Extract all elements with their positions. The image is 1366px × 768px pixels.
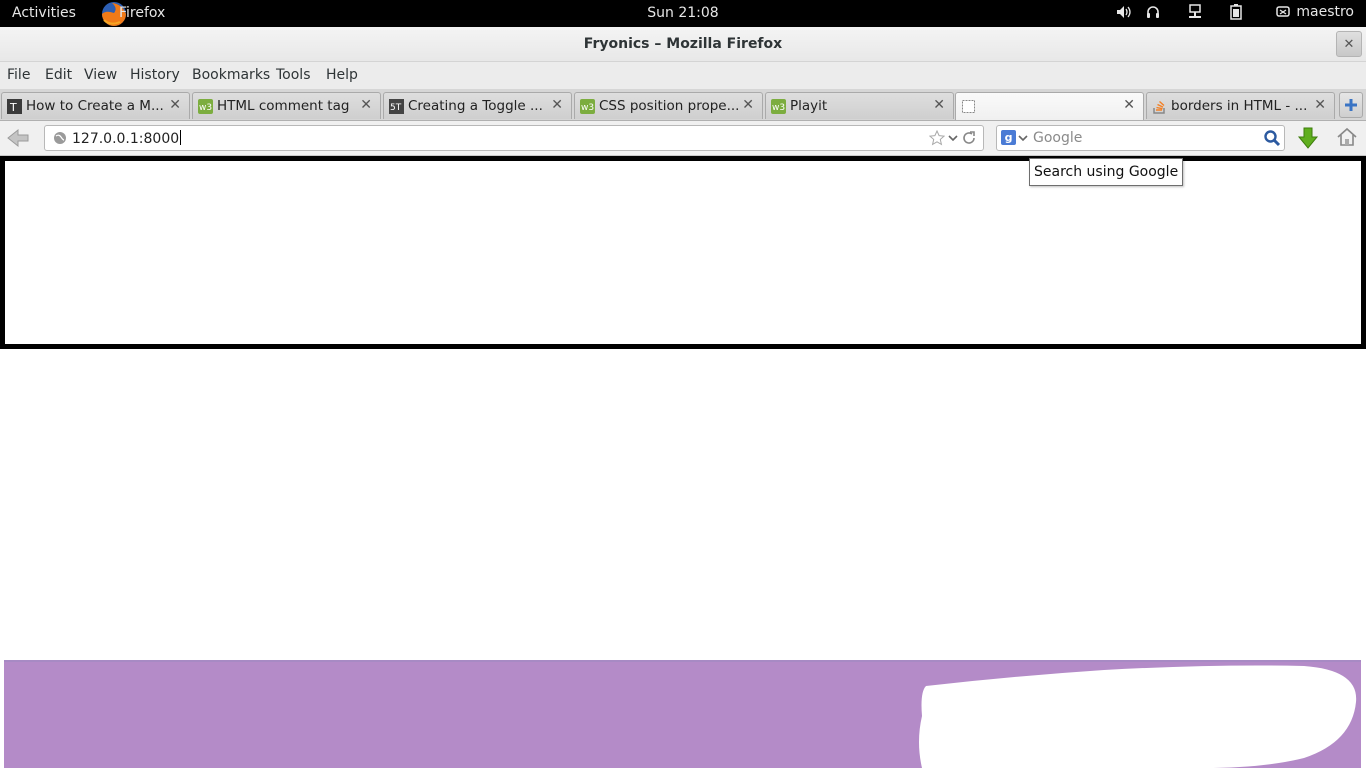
svg-text:w3: w3 <box>581 103 594 113</box>
tab-close-icon[interactable]: ✕ <box>360 97 372 113</box>
reload-icon[interactable] <box>960 129 978 147</box>
search-bar[interactable]: g <box>996 125 1285 151</box>
menu-history[interactable]: History <box>130 67 180 83</box>
globe-icon <box>54 132 66 144</box>
tab-label: Playit <box>790 98 828 114</box>
search-tooltip: Search using Google <box>1029 158 1184 186</box>
tab-label: How to Create a M... <box>26 98 164 114</box>
bookmark-star-icon[interactable] <box>929 130 945 146</box>
home-icon[interactable] <box>1336 127 1358 147</box>
page-content <box>0 156 1366 768</box>
tab-label: borders in HTML - ... <box>1171 98 1308 114</box>
tab-close-icon[interactable]: ✕ <box>742 97 754 113</box>
navigation-toolbar: 127.0.0.1:8000 g <box>0 121 1366 156</box>
purple-footer <box>4 660 1361 768</box>
tab-close-icon[interactable]: ✕ <box>933 97 945 113</box>
svg-text:5T: 5T <box>390 103 402 113</box>
tab-close-icon[interactable]: ✕ <box>1314 97 1326 113</box>
blank-page-icon <box>962 100 975 113</box>
menu-bar: File Edit View History Bookmarks Tools H… <box>0 62 1366 89</box>
tab-close-icon[interactable]: ✕ <box>169 97 181 113</box>
tab-borders[interactable]: borders in HTML - ... ✕ <box>1146 92 1335 119</box>
battery-icon[interactable] <box>1230 4 1243 20</box>
svg-text:w3: w3 <box>772 103 785 113</box>
plus-icon <box>1345 99 1357 111</box>
tab-close-icon[interactable]: ✕ <box>1123 97 1135 113</box>
new-tab-button[interactable] <box>1339 92 1363 118</box>
search-input[interactable] <box>1033 128 1258 148</box>
tab-html-comment[interactable]: w3 HTML comment tag ✕ <box>192 92 381 119</box>
chevron-down-icon[interactable] <box>948 131 958 145</box>
window-title: Fryonics – Mozilla Firefox <box>583 36 783 52</box>
w3schools-icon: w3 <box>771 99 786 114</box>
tab-strip: T How to Create a M... ✕ w3 HTML comment… <box>0 89 1366 121</box>
site-51-icon: 5T <box>389 99 404 114</box>
url-bar[interactable]: 127.0.0.1:8000 <box>44 125 984 151</box>
tab-label: Creating a Toggle ... <box>408 98 543 114</box>
w3schools-icon: w3 <box>580 99 595 114</box>
svg-text:T: T <box>9 101 17 114</box>
wikihow-icon: T <box>7 99 22 114</box>
w3schools-icon: w3 <box>198 99 213 114</box>
download-arrow-icon[interactable] <box>1296 126 1320 150</box>
google-icon[interactable]: g <box>1001 130 1016 145</box>
chevron-down-icon[interactable] <box>1018 131 1028 145</box>
system-tray: maestro <box>1116 4 1354 20</box>
network-icon[interactable] <box>1188 4 1202 20</box>
svg-text:w3: w3 <box>199 103 212 113</box>
tab-label: CSS position prope... <box>599 98 739 114</box>
menu-help[interactable]: Help <box>326 67 358 83</box>
tab-current[interactable]: ✕ <box>955 92 1144 120</box>
user-icon[interactable] <box>1276 6 1291 18</box>
user-menu[interactable]: maestro <box>1296 4 1354 20</box>
system-top-bar: Activities Firefox Sun 21:08 maestro <box>0 0 1366 27</box>
tab-close-icon[interactable]: ✕ <box>551 97 563 113</box>
headphones-icon[interactable] <box>1146 5 1160 19</box>
tab-wikihow[interactable]: T How to Create a M... ✕ <box>1 92 190 119</box>
stackoverflow-icon <box>1153 100 1165 114</box>
tab-css-position[interactable]: w3 CSS position prope... ✕ <box>574 92 763 119</box>
window-title-bar: Fryonics – Mozilla Firefox ✕ <box>0 27 1366 62</box>
volume-icon[interactable] <box>1116 5 1132 19</box>
menu-view[interactable]: View <box>84 67 117 83</box>
search-icon[interactable] <box>1263 129 1281 147</box>
url-text[interactable]: 127.0.0.1:8000 <box>72 130 182 147</box>
menu-tools[interactable]: Tools <box>276 67 311 83</box>
close-icon: ✕ <box>1343 36 1355 52</box>
back-arrow-icon[interactable] <box>6 127 32 149</box>
tab-playit[interactable]: w3 Playit ✕ <box>765 92 954 119</box>
window-close-button[interactable]: ✕ <box>1336 31 1362 57</box>
tab-label: HTML comment tag <box>217 98 350 114</box>
menu-bookmarks[interactable]: Bookmarks <box>192 67 270 83</box>
menu-edit[interactable]: Edit <box>45 67 72 83</box>
redaction-scribble <box>919 665 1357 768</box>
tab-toggle[interactable]: 5T Creating a Toggle ... ✕ <box>383 92 572 119</box>
menu-file[interactable]: File <box>7 67 30 83</box>
